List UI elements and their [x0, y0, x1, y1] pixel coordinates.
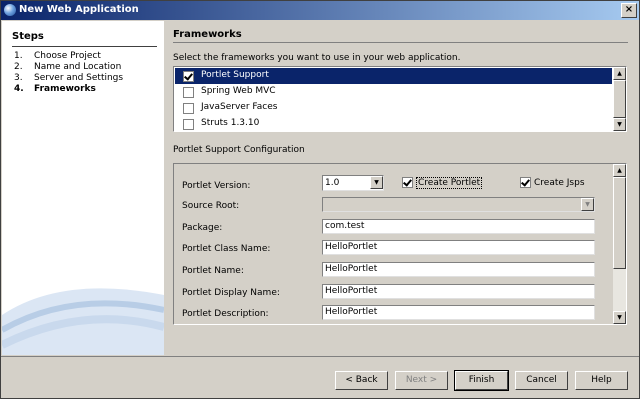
frameworks-instruction: Select the frameworks you want to use in…: [173, 53, 461, 63]
step-number: 1.: [14, 51, 23, 61]
portlet-version-select[interactable]: 1.0 ▼: [322, 175, 384, 191]
portlet-version-value: 1.0: [325, 178, 340, 188]
package-input[interactable]: com.test: [322, 219, 595, 234]
create-portlet-label: Create Portlet: [416, 176, 483, 189]
frameworks-divider: [173, 42, 628, 43]
button-bar: < Back Next > Finish Cancel Help: [1, 356, 639, 399]
help-button[interactable]: Help: [575, 371, 628, 390]
back-button[interactable]: < Back: [335, 371, 388, 390]
window-title: New Web Application: [19, 4, 139, 15]
source-root-select[interactable]: ▼: [322, 197, 595, 212]
step-label: Choose Project: [34, 51, 101, 61]
close-button[interactable]: ×: [621, 3, 637, 18]
create-jsps-label: Create Jsps: [534, 177, 585, 188]
step-item-current: 4. Frameworks: [14, 84, 123, 95]
config-scrollbar[interactable]: ▲ ▼: [613, 164, 626, 324]
display-name-label: Portlet Display Name:: [182, 288, 280, 298]
scroll-up-icon[interactable]: ▲: [613, 67, 626, 80]
step-item: 3. Server and Settings: [14, 73, 123, 84]
step-label: Name and Location: [34, 62, 122, 72]
scroll-thumb[interactable]: [613, 80, 626, 118]
config-heading: Portlet Support Configuration: [173, 145, 305, 155]
framework-label: Spring Web MVC: [201, 86, 276, 96]
framework-item-spring-web-mvc[interactable]: Spring Web MVC: [175, 84, 612, 100]
framework-item-struts[interactable]: Struts 1.3.10: [175, 116, 612, 131]
description-label: Portlet Description:: [182, 309, 269, 319]
next-button[interactable]: Next >: [395, 371, 448, 390]
steps-panel: Steps 1. Choose Project 2. Name and Locati…: [2, 21, 164, 355]
framework-label: Portlet Support: [201, 70, 269, 80]
steps-list: 1. Choose Project 2. Name and Location 3. S…: [14, 51, 123, 95]
chevron-down-icon[interactable]: ▼: [370, 176, 383, 189]
step-number: 4.: [14, 84, 24, 94]
steps-divider: [12, 46, 157, 47]
package-label: Package:: [182, 223, 223, 233]
portlet-version-label: Portlet Version:: [182, 181, 251, 191]
framework-label: Struts 1.3.10: [201, 118, 260, 128]
framework-item-portlet-support[interactable]: Portlet Support: [175, 68, 612, 84]
frameworks-heading: Frameworks: [173, 29, 242, 40]
portlet-name-input[interactable]: HelloPortlet: [322, 262, 595, 277]
scroll-down-icon[interactable]: ▼: [613, 118, 626, 131]
decorative-swoosh-graphic: [2, 288, 164, 355]
portlet-name-label: Portlet Name:: [182, 266, 244, 276]
cancel-button[interactable]: Cancel: [515, 371, 568, 390]
step-number: 2.: [14, 62, 23, 72]
frameworks-list[interactable]: Portlet Support Spring Web MVC JavaServe…: [173, 66, 627, 132]
description-input[interactable]: HelloPortlet: [322, 305, 595, 320]
class-name-input[interactable]: HelloPortlet: [322, 240, 595, 255]
steps-heading: Steps: [12, 31, 44, 42]
scroll-thumb[interactable]: [613, 177, 626, 269]
scroll-up-icon[interactable]: ▲: [613, 164, 626, 177]
step-label: Server and Settings: [34, 73, 124, 83]
checkbox-box[interactable]: [520, 177, 531, 188]
finish-button[interactable]: Finish: [454, 370, 509, 391]
step-label: Frameworks: [34, 84, 96, 94]
title-bar[interactable]: New Web Application ×: [1, 1, 639, 20]
framework-item-javaserver-faces[interactable]: JavaServer Faces: [175, 100, 612, 116]
portlet-config-pane: Portlet Version: 1.0 ▼ Create Portlet Cr…: [173, 163, 627, 325]
framework-checkbox[interactable]: [183, 103, 194, 114]
step-item: 1. Choose Project: [14, 51, 123, 62]
step-item: 2. Name and Location: [14, 62, 123, 73]
checkbox-box[interactable]: [402, 177, 413, 188]
framework-checkbox[interactable]: [183, 119, 194, 130]
framework-label: JavaServer Faces: [201, 102, 278, 112]
chevron-down-icon[interactable]: ▼: [581, 198, 594, 211]
scroll-down-icon[interactable]: ▼: [613, 311, 626, 324]
wizard-dialog: New Web Application × Steps 1. Choose Pro…: [0, 0, 640, 399]
display-name-input[interactable]: HelloPortlet: [322, 284, 595, 299]
step-number: 3.: [14, 73, 23, 83]
frameworks-scrollbar[interactable]: ▲ ▼: [613, 67, 626, 131]
netbeans-icon: [4, 4, 16, 16]
create-portlet-checkbox[interactable]: Create Portlet: [402, 176, 483, 189]
source-root-label: Source Root:: [182, 201, 240, 211]
create-jsps-checkbox[interactable]: Create Jsps: [520, 177, 585, 188]
framework-checkbox[interactable]: [183, 87, 194, 98]
framework-checkbox[interactable]: [183, 71, 194, 82]
class-name-label: Portlet Class Name:: [182, 244, 271, 254]
